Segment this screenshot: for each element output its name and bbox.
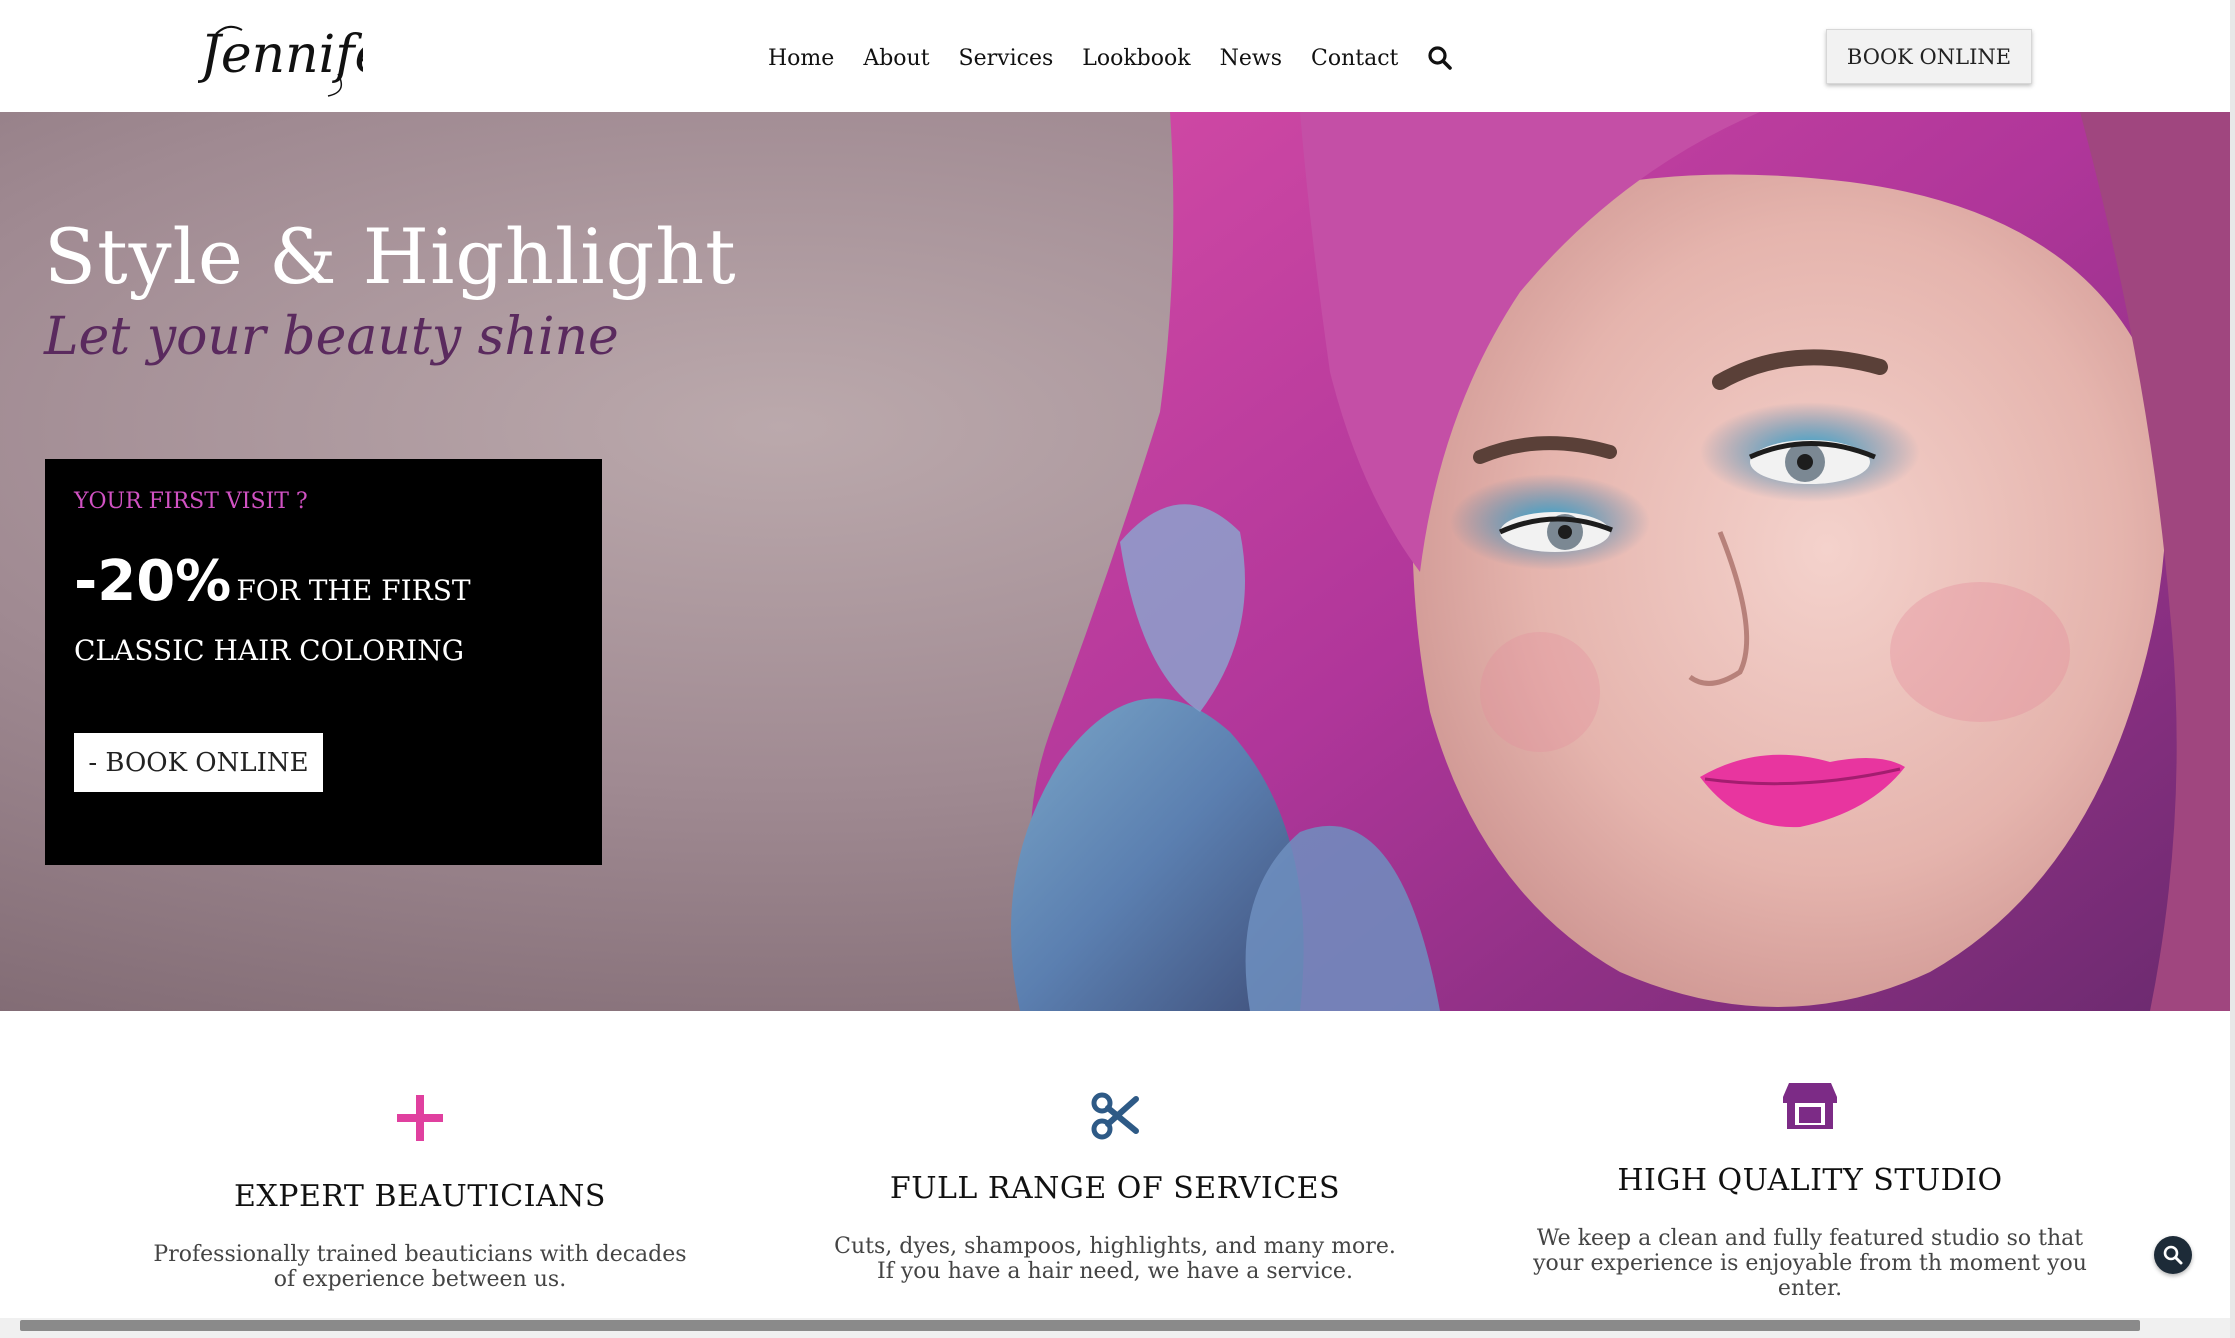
horizontal-scrollbar-thumb[interactable] <box>20 1320 2140 1331</box>
feature-description-line: enter. <box>1777 1276 1843 1301</box>
feature-description-line: Cuts, dyes, shampoos, highlights, and ma… <box>834 1234 1396 1259</box>
promo-offer: -20% FOR THE FIRST CLASSIC HAIR COLORING <box>74 554 574 683</box>
nav-services[interactable]: Services <box>959 46 1054 71</box>
zoom-search-button[interactable] <box>2154 1236 2192 1274</box>
magnifier-icon <box>2163 1245 2183 1265</box>
first-visit-promo-card: YOUR FIRST VISIT ? -20% FOR THE FIRST CL… <box>45 459 602 865</box>
store-icon <box>1783 1083 1837 1129</box>
features-section: EXPERT BEAUTICIANS Professionally traine… <box>0 1011 2230 1321</box>
nav-news[interactable]: News <box>1220 46 1282 71</box>
search-icon[interactable] <box>1427 45 1453 71</box>
vertical-scrollbar[interactable] <box>2230 0 2235 1338</box>
feature-full-range-services: FULL RANGE OF SERVICES Cuts, dyes, shamp… <box>815 1091 1415 1284</box>
feature-expert-beauticians: EXPERT BEAUTICIANS Professionally traine… <box>120 1091 720 1292</box>
hero-title: Style & Highlight <box>44 212 737 301</box>
jennifer-logo[interactable]: Jennifer <box>191 14 413 100</box>
feature-description-line: If you have a hair need, we have a servi… <box>877 1259 1353 1284</box>
feature-title: FULL RANGE OF SERVICES <box>889 1171 1341 1206</box>
feature-description-line: We keep a clean and fully featured studi… <box>1536 1226 2084 1251</box>
scissors-icon <box>1091 1092 1139 1140</box>
hero-banner: Style & Highlight Let your beauty shine … <box>0 112 2230 1011</box>
feature-high-quality-studio: HIGH QUALITY STUDIO We keep a clean and … <box>1510 1081 2110 1301</box>
logo-script-signature: Jennifer <box>191 25 413 97</box>
promo-book-online-button[interactable]: - BOOK ONLINE <box>74 733 323 792</box>
hero-subtitle: Let your beauty shine <box>44 307 619 367</box>
feature-description-line: of experience between us. <box>273 1267 567 1292</box>
nav-contact[interactable]: Contact <box>1311 46 1398 71</box>
feature-title: EXPERT BEAUTICIANS <box>234 1179 606 1214</box>
promo-eyebrow: YOUR FIRST VISIT ? <box>74 489 308 514</box>
nav-about[interactable]: About <box>863 46 929 71</box>
promo-percent: -20% <box>74 549 232 614</box>
main-nav: Home About Services Lookbook News Contac… <box>768 40 1453 76</box>
feature-description-line: Professionally trained beauticians with … <box>153 1242 687 1267</box>
feature-title: HIGH QUALITY STUDIO <box>1617 1163 2003 1198</box>
plus-icon <box>397 1095 443 1141</box>
book-online-button[interactable]: BOOK ONLINE <box>1826 29 2032 84</box>
nav-home[interactable]: Home <box>768 46 834 71</box>
feature-description-line: your experience is enjoyable from th mom… <box>1533 1251 2087 1276</box>
site-header: Jennifer Home About Services Lookbook Ne… <box>0 0 2235 112</box>
nav-lookbook[interactable]: Lookbook <box>1082 46 1190 71</box>
